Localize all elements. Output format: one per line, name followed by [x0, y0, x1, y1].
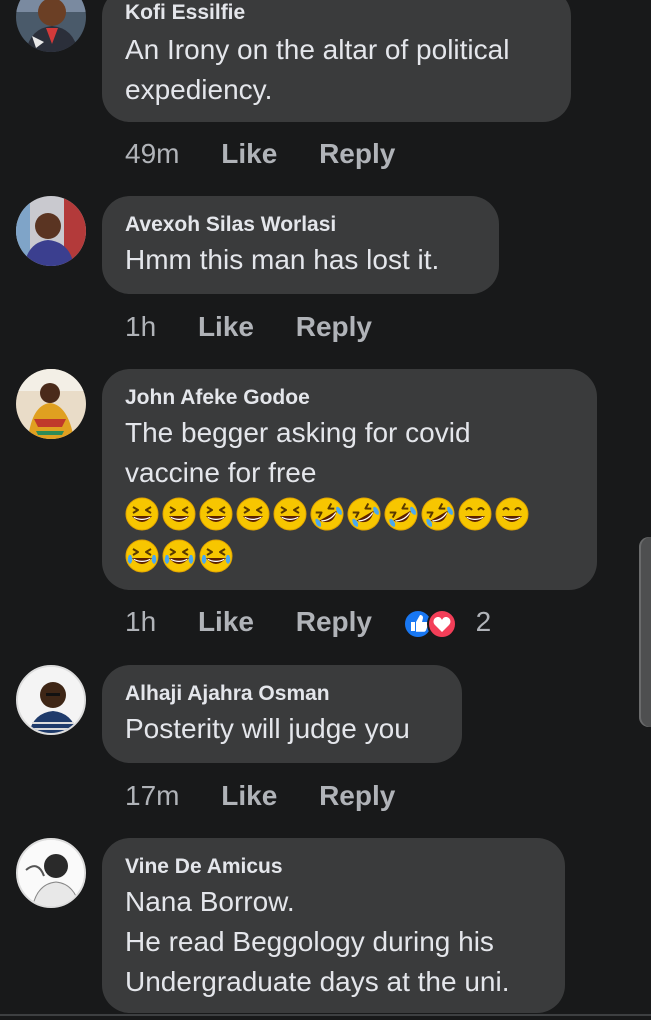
comment-bubble: Alhaji Ajahra Osman Posterity will judge…	[102, 665, 462, 763]
comment-timestamp[interactable]: 17m	[125, 778, 179, 814]
comment-text-line: The begger asking for covid	[125, 417, 471, 448]
avatar[interactable]	[16, 838, 86, 908]
reply-button[interactable]: Reply	[319, 778, 395, 814]
like-button[interactable]: Like	[221, 136, 277, 172]
reply-button[interactable]: Reply	[296, 604, 372, 640]
scrollbar-handle[interactable]	[639, 537, 651, 727]
emoji-row	[125, 539, 573, 577]
comment-actions: 17m Like Reply	[125, 778, 395, 814]
comment-author[interactable]: John Afeke Godoe	[125, 385, 573, 411]
comment-text-line: vaccine for free	[125, 457, 317, 488]
comment-author[interactable]: Avexoh Silas Worlasi	[125, 212, 475, 238]
comment-timestamp[interactable]: 1h	[125, 604, 156, 640]
reaction-summary[interactable]: 2	[402, 604, 491, 640]
love-reaction-icon	[426, 608, 457, 639]
comment-text-line: Undergraduate days at the uni.	[125, 966, 510, 997]
grinning-squint-emoji-icon	[162, 497, 196, 531]
comment-timestamp[interactable]: 49m	[125, 136, 179, 172]
emoji-row	[125, 497, 573, 535]
comment-text-line: Hmm this man has lost it.	[125, 244, 440, 275]
comment-timestamp[interactable]: 1h	[125, 309, 156, 345]
comment-bubble: Kofi Essilfie An Irony on the altar of p…	[102, 0, 571, 122]
bottom-divider	[0, 1014, 651, 1016]
comment-text: Hmm this man has lost it.	[125, 240, 475, 280]
comment-text: An Irony on the altar of political exped…	[125, 30, 547, 110]
comment-bubble: John Afeke Godoe The begger asking for c…	[102, 369, 597, 590]
like-button[interactable]: Like	[198, 604, 254, 640]
beaming-emoji-icon	[458, 497, 492, 531]
comment-text-line: expediency.	[125, 74, 273, 105]
grinning-squint-emoji-icon	[199, 497, 233, 531]
comment-text: Posterity will judge you	[125, 709, 438, 749]
tears-of-joy-emoji-icon	[125, 539, 159, 573]
grinning-squint-emoji-icon	[236, 497, 270, 531]
comment-author[interactable]: Kofi Essilfie	[125, 0, 547, 26]
avatar[interactable]	[16, 665, 86, 735]
comment-text: The begger asking for covid vaccine for …	[125, 413, 573, 493]
comment-feed: Kofi Essilfie An Irony on the altar of p…	[0, 0, 651, 1020]
beaming-emoji-icon	[495, 497, 529, 531]
comment-bubble: Vine De Amicus Nana Borrow. He read Begg…	[102, 838, 565, 1013]
comment-text-line: An Irony on the altar of political	[125, 34, 510, 65]
comment-text-line: Posterity will judge you	[125, 713, 410, 744]
comment-author[interactable]: Vine De Amicus	[125, 854, 541, 880]
rofl-emoji-icon	[347, 497, 381, 531]
comment-text: Nana Borrow. He read Beggology during hi…	[125, 882, 541, 1002]
avatar[interactable]	[16, 369, 86, 439]
comment-text-line: Nana Borrow.	[125, 886, 295, 917]
tears-of-joy-emoji-icon	[199, 539, 233, 573]
comment-author[interactable]: Alhaji Ajahra Osman	[125, 681, 438, 707]
grinning-squint-emoji-icon	[125, 497, 159, 531]
tears-of-joy-emoji-icon	[162, 539, 196, 573]
rofl-emoji-icon	[384, 497, 418, 531]
emoji-group	[125, 497, 573, 577]
reply-button[interactable]: Reply	[319, 136, 395, 172]
avatar[interactable]	[16, 0, 86, 52]
like-button[interactable]: Like	[198, 309, 254, 345]
grinning-squint-emoji-icon	[273, 497, 307, 531]
rofl-emoji-icon	[310, 497, 344, 531]
comment-bubble: Avexoh Silas Worlasi Hmm this man has lo…	[102, 196, 499, 294]
reply-button[interactable]: Reply	[296, 309, 372, 345]
comment-actions: 49m Like Reply	[125, 136, 395, 172]
comment-actions: 1h Like Reply 2	[125, 604, 491, 640]
like-button[interactable]: Like	[221, 778, 277, 814]
reaction-count: 2	[475, 606, 492, 637]
rofl-emoji-icon	[421, 497, 455, 531]
comment-actions: 1h Like Reply	[125, 309, 372, 345]
comment-text-line: He read Beggology during his	[125, 926, 494, 957]
avatar[interactable]	[16, 196, 86, 266]
reaction-icons	[402, 608, 457, 639]
